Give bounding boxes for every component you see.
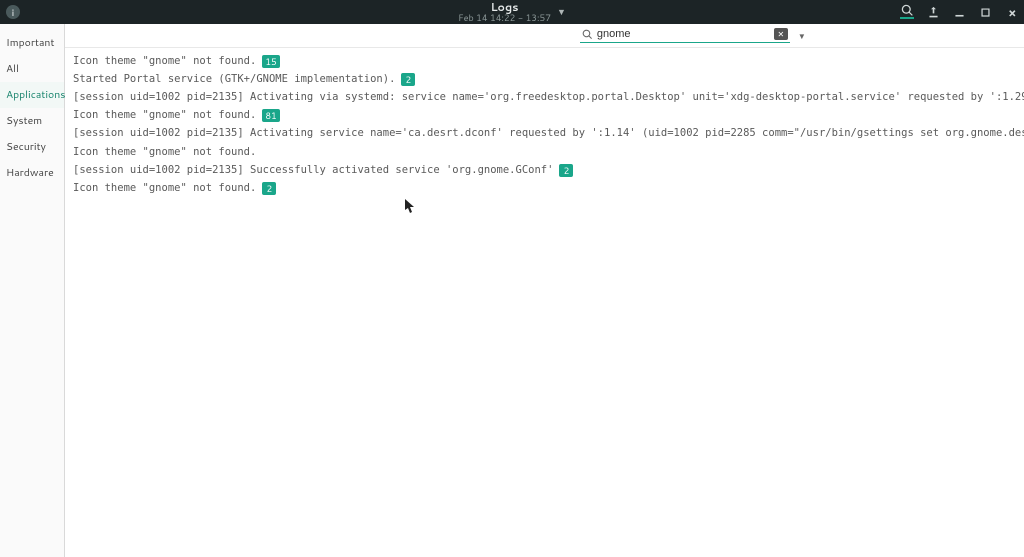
sidebar-item-system[interactable]: System [0,108,64,134]
log-message: Started Portal service (GTK+/GNOME imple… [73,72,395,87]
search-bar: ✕ ▼ [65,24,1024,48]
log-message: Icon theme "gnome" not found. [73,54,256,69]
sidebar-item-applications[interactable]: Applications [0,82,64,108]
search-icon [582,29,593,40]
log-row[interactable]: [session uid=1002 pid=2135] Successfully… [65,161,1024,179]
search-icon[interactable] [900,5,914,19]
count-badge: 2 [401,73,415,86]
count-badge: 2 [559,164,573,177]
log-row[interactable]: Icon theme "gnome" not found.1513:57 [65,52,1024,70]
log-message: [session uid=1002 pid=2135] Activating s… [73,126,1024,141]
chevron-down-icon[interactable]: ▼ [557,7,566,17]
search-box[interactable]: ✕ [580,28,790,43]
log-row[interactable]: [session uid=1002 pid=2135] Activating s… [65,125,1024,143]
close-icon[interactable] [1004,5,1018,19]
count-badge: 15 [262,55,279,68]
search-options-dropdown[interactable]: ▼ [794,30,810,42]
window-titlebar: i Logs Feb 14 14:22 - 13:57 ▼ [0,0,1024,24]
log-list[interactable]: Icon theme "gnome" not found.1513:57Star… [65,48,1024,557]
search-input[interactable] [597,28,770,40]
sidebar-item-security[interactable]: Security [0,134,64,160]
sidebar-item-important[interactable]: Important [0,30,64,56]
app-info-icon[interactable]: i [6,5,20,19]
count-badge: 81 [262,109,279,122]
log-message: [session uid=1002 pid=2135] Successfully… [73,163,553,178]
sidebar-item-all[interactable]: All [0,56,64,82]
window-subtitle: Feb 14 14:22 - 13:57 [458,13,551,23]
export-icon[interactable] [926,5,940,19]
count-badge: 2 [262,182,276,195]
log-row[interactable]: Icon theme "gnome" not found. 81 [65,107,1024,125]
log-row[interactable]: Icon theme "gnome" not found. [65,143,1024,161]
log-message: Icon theme "gnome" not found. [73,181,256,196]
log-row[interactable]: [session uid=1002 pid=2135] Activating v… [65,88,1024,106]
log-message: Icon theme "gnome" not found. [73,108,256,123]
maximize-icon[interactable] [978,5,992,19]
log-row[interactable]: Icon theme "gnome" not found. 2 [65,180,1024,198]
sidebar: ImportantAllApplicationsSystemSecurityHa… [0,24,65,557]
log-message: [session uid=1002 pid=2135] Activating v… [73,90,1024,105]
clear-search-icon[interactable]: ✕ [774,28,788,40]
title-center[interactable]: Logs Feb 14 14:22 - 13:57 ▼ [458,1,566,23]
log-row[interactable]: Started Portal service (GTK+/GNOME imple… [65,70,1024,88]
log-message: Icon theme "gnome" not found. [73,145,256,160]
minimize-icon[interactable] [952,5,966,19]
sidebar-item-hardware[interactable]: Hardware [0,160,64,186]
